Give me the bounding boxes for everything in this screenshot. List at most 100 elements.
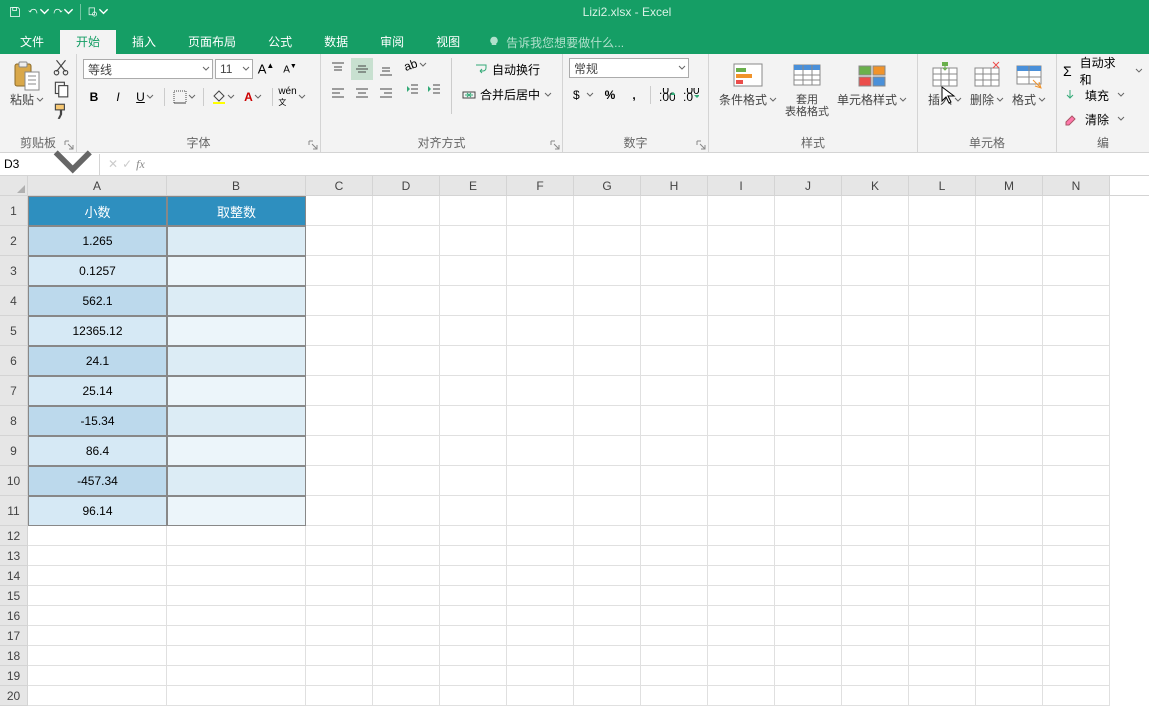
col-header-N[interactable]: N [1043, 176, 1110, 195]
cell-H2[interactable] [641, 226, 708, 256]
cell-L4[interactable] [909, 286, 976, 316]
cell-N6[interactable] [1043, 346, 1110, 376]
cell-E7[interactable] [440, 376, 507, 406]
cell-J12[interactable] [775, 526, 842, 546]
cell-B5[interactable] [167, 316, 306, 346]
cell-G2[interactable] [574, 226, 641, 256]
cell-M15[interactable] [976, 586, 1043, 606]
align-middle-button[interactable] [351, 58, 373, 80]
cell-I17[interactable] [708, 626, 775, 646]
cell-H7[interactable] [641, 376, 708, 406]
cell-M5[interactable] [976, 316, 1043, 346]
cell-F10[interactable] [507, 466, 574, 496]
cell-K9[interactable] [842, 436, 909, 466]
cell-B12[interactable] [167, 526, 306, 546]
print-preview-button[interactable] [87, 2, 109, 22]
cell-A3[interactable]: 0.1257 [28, 256, 167, 286]
cell-B2[interactable] [167, 226, 306, 256]
col-header-E[interactable]: E [440, 176, 507, 195]
cell-B8[interactable] [167, 406, 306, 436]
cell-G3[interactable] [574, 256, 641, 286]
cell-D20[interactable] [373, 686, 440, 706]
cell-G9[interactable] [574, 436, 641, 466]
cell-A19[interactable] [28, 666, 167, 686]
cell-L15[interactable] [909, 586, 976, 606]
cell-K7[interactable] [842, 376, 909, 406]
cell-A7[interactable]: 25.14 [28, 376, 167, 406]
confirm-edit-icon[interactable]: ✓ [122, 157, 132, 171]
cell-A14[interactable] [28, 566, 167, 586]
cell-H4[interactable] [641, 286, 708, 316]
cell-N4[interactable] [1043, 286, 1110, 316]
cell-E2[interactable] [440, 226, 507, 256]
cell-H19[interactable] [641, 666, 708, 686]
col-header-D[interactable]: D [373, 176, 440, 195]
cell-I6[interactable] [708, 346, 775, 376]
cell-I3[interactable] [708, 256, 775, 286]
increase-indent-button[interactable] [423, 78, 445, 100]
cell-N9[interactable] [1043, 436, 1110, 466]
cell-F9[interactable] [507, 436, 574, 466]
cell-E17[interactable] [440, 626, 507, 646]
cell-I18[interactable] [708, 646, 775, 666]
font-size-combo[interactable]: 11 [215, 59, 253, 79]
cell-H17[interactable] [641, 626, 708, 646]
cell-A20[interactable] [28, 686, 167, 706]
cell-N15[interactable] [1043, 586, 1110, 606]
cell-H10[interactable] [641, 466, 708, 496]
cell-D17[interactable] [373, 626, 440, 646]
cell-C5[interactable] [306, 316, 373, 346]
row-header-10[interactable]: 10 [0, 466, 28, 496]
cell-L5[interactable] [909, 316, 976, 346]
cell-M3[interactable] [976, 256, 1043, 286]
cell-D16[interactable] [373, 606, 440, 626]
cell-E12[interactable] [440, 526, 507, 546]
paste-button[interactable]: 粘贴 [6, 58, 48, 108]
row-header-7[interactable]: 7 [0, 376, 28, 406]
cell-L2[interactable] [909, 226, 976, 256]
cell-G15[interactable] [574, 586, 641, 606]
cell-A2[interactable]: 1.265 [28, 226, 167, 256]
cell-H16[interactable] [641, 606, 708, 626]
cell-C8[interactable] [306, 406, 373, 436]
bold-button[interactable]: B [83, 86, 105, 108]
conditional-formatting-button[interactable]: 条件格式 [715, 58, 781, 108]
increase-decimal-button[interactable]: .0.00 [656, 84, 678, 106]
cell-E5[interactable] [440, 316, 507, 346]
cell-C3[interactable] [306, 256, 373, 286]
cell-F11[interactable] [507, 496, 574, 526]
cell-J15[interactable] [775, 586, 842, 606]
cell-I5[interactable] [708, 316, 775, 346]
cell-J17[interactable] [775, 626, 842, 646]
cell-I7[interactable] [708, 376, 775, 406]
cell-N11[interactable] [1043, 496, 1110, 526]
cell-G12[interactable] [574, 526, 641, 546]
cell-M12[interactable] [976, 526, 1043, 546]
cell-E9[interactable] [440, 436, 507, 466]
cell-G7[interactable] [574, 376, 641, 406]
formula-bar[interactable] [153, 154, 1149, 175]
cell-H20[interactable] [641, 686, 708, 706]
fx-icon[interactable]: fx [136, 157, 145, 172]
cell-B9[interactable] [167, 436, 306, 466]
cell-D12[interactable] [373, 526, 440, 546]
cell-J16[interactable] [775, 606, 842, 626]
cell-M18[interactable] [976, 646, 1043, 666]
cell-K8[interactable] [842, 406, 909, 436]
row-header-3[interactable]: 3 [0, 256, 28, 286]
cell-N14[interactable] [1043, 566, 1110, 586]
cell-C4[interactable] [306, 286, 373, 316]
row-header-2[interactable]: 2 [0, 226, 28, 256]
cell-B16[interactable] [167, 606, 306, 626]
cell-A18[interactable] [28, 646, 167, 666]
cell-H8[interactable] [641, 406, 708, 436]
cell-A6[interactable]: 24.1 [28, 346, 167, 376]
cell-A9[interactable]: 86.4 [28, 436, 167, 466]
cell-C6[interactable] [306, 346, 373, 376]
row-header-9[interactable]: 9 [0, 436, 28, 466]
font-color-button[interactable]: A [239, 90, 267, 104]
cell-I1[interactable] [708, 196, 775, 226]
cell-C13[interactable] [306, 546, 373, 566]
cell-E3[interactable] [440, 256, 507, 286]
cell-H6[interactable] [641, 346, 708, 376]
